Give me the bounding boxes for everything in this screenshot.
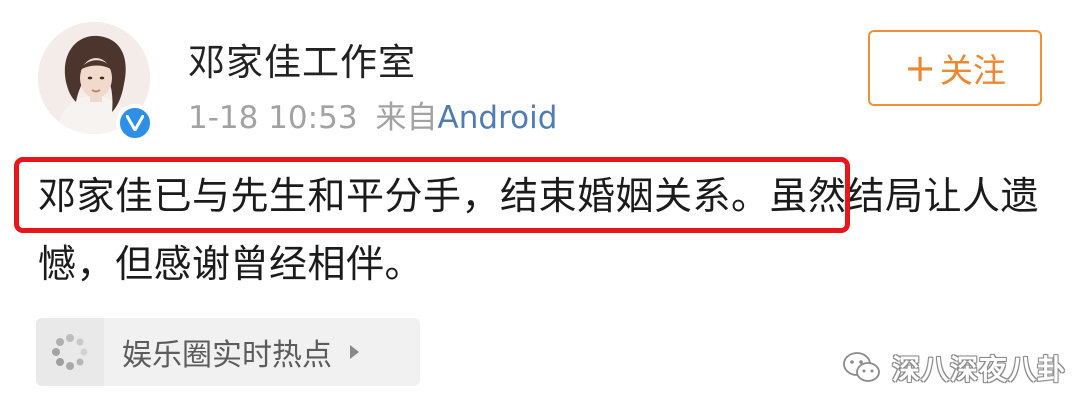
watermark-text: 深八深夜八卦	[892, 353, 1067, 386]
topic-chip[interactable]: 娱乐圈实时热点	[36, 318, 420, 386]
topic-label: 娱乐圈实时热点	[122, 338, 332, 373]
red-highlight-box	[14, 157, 850, 233]
author-name[interactable]: 邓家佳工作室	[188, 32, 416, 86]
author-avatar-wrap[interactable]	[38, 22, 154, 142]
post-meta: 1-18 10:53 来自Android	[188, 92, 557, 137]
follow-button-label: 关注	[939, 51, 1006, 90]
follow-button[interactable]: + 关注	[868, 30, 1042, 106]
post-from-label: 来自	[375, 100, 438, 136]
follow-plus-icon: +	[904, 46, 936, 90]
chevron-right-icon	[348, 344, 360, 360]
dots-loader-icon	[52, 334, 88, 370]
watermark: 深八深夜八卦	[842, 348, 1066, 388]
weibo-post-card: 邓家佳工作室 1-18 10:53 来自Android + 关注 邓家佳已与先生和…	[0, 0, 1080, 417]
post-time: 1-18 10:53	[188, 100, 358, 136]
wechat-icon	[843, 352, 880, 382]
topic-icon-box	[36, 318, 104, 386]
post-source-link[interactable]: Android	[438, 100, 558, 136]
verified-badge-icon	[116, 104, 154, 142]
